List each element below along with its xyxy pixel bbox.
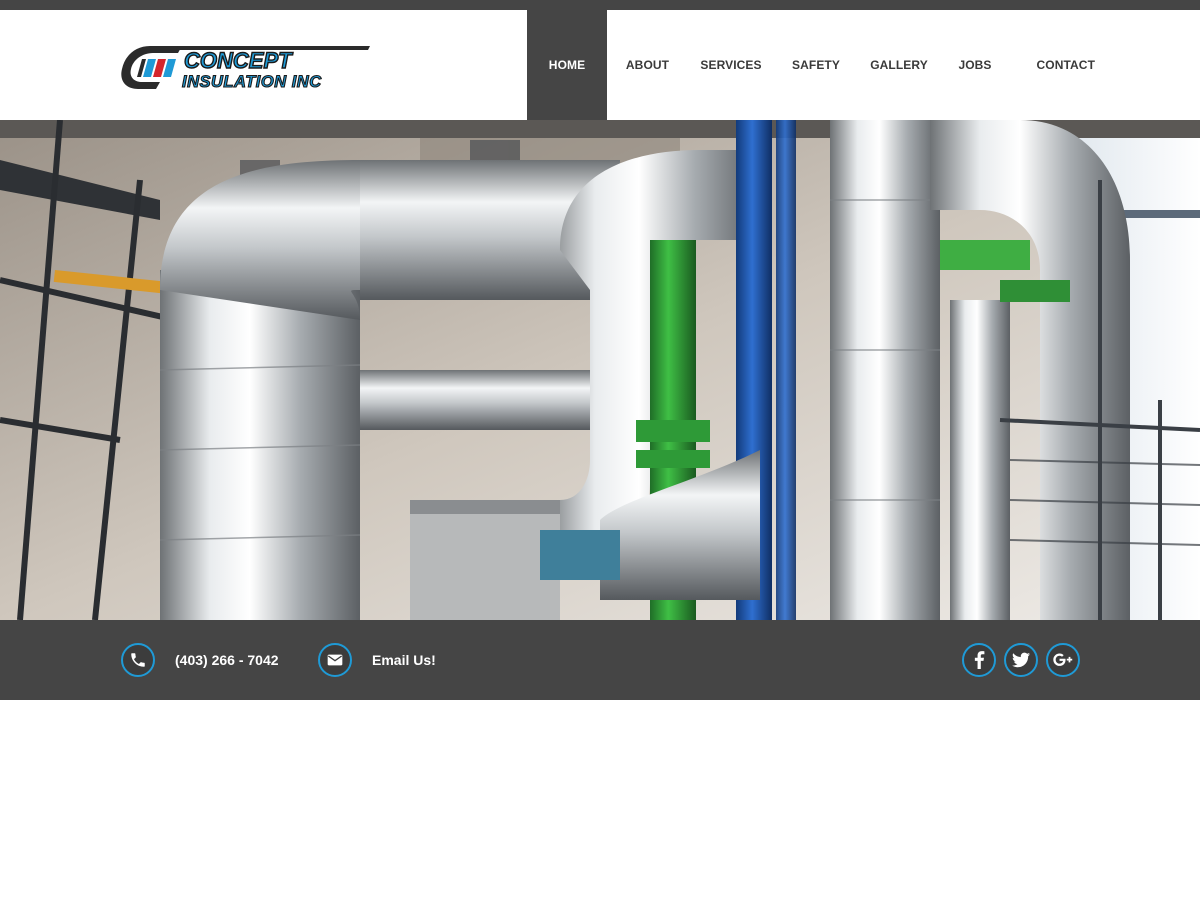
phone-number[interactable]: (403) 266 - 7042: [175, 651, 279, 669]
contact-bar: (403) 266 - 7042 Email Us!: [0, 620, 1200, 700]
hero-image: [0, 120, 1200, 620]
envelope-icon[interactable]: [318, 643, 352, 677]
google-plus-icon[interactable]: [1046, 643, 1080, 677]
main-nav: HOME ABOUT SERVICES SAFETY GALLERY JOBS …: [527, 10, 1095, 120]
site-header: CONCEPT INSULATION INC HOME ABOUT SERVIC…: [0, 10, 1200, 120]
facebook-icon[interactable]: [962, 643, 996, 677]
nav-home[interactable]: HOME: [527, 10, 607, 120]
nav-gallery[interactable]: GALLERY: [858, 10, 940, 120]
twitter-icon[interactable]: [1004, 643, 1038, 677]
top-strip: [0, 0, 1200, 10]
site-logo[interactable]: CONCEPT INSULATION INC: [120, 42, 372, 90]
nav-safety[interactable]: SAFETY: [774, 10, 858, 120]
nav-jobs[interactable]: JOBS: [940, 10, 1010, 120]
email-link[interactable]: Email Us!: [372, 651, 436, 669]
nav-contact[interactable]: CONTACT: [1010, 10, 1095, 120]
logo-text-concept: CONCEPT: [184, 48, 293, 73]
logo-text-insulation: INSULATION INC: [182, 73, 322, 90]
phone-icon[interactable]: [121, 643, 155, 677]
nav-services[interactable]: SERVICES: [688, 10, 774, 120]
nav-about[interactable]: ABOUT: [607, 10, 688, 120]
